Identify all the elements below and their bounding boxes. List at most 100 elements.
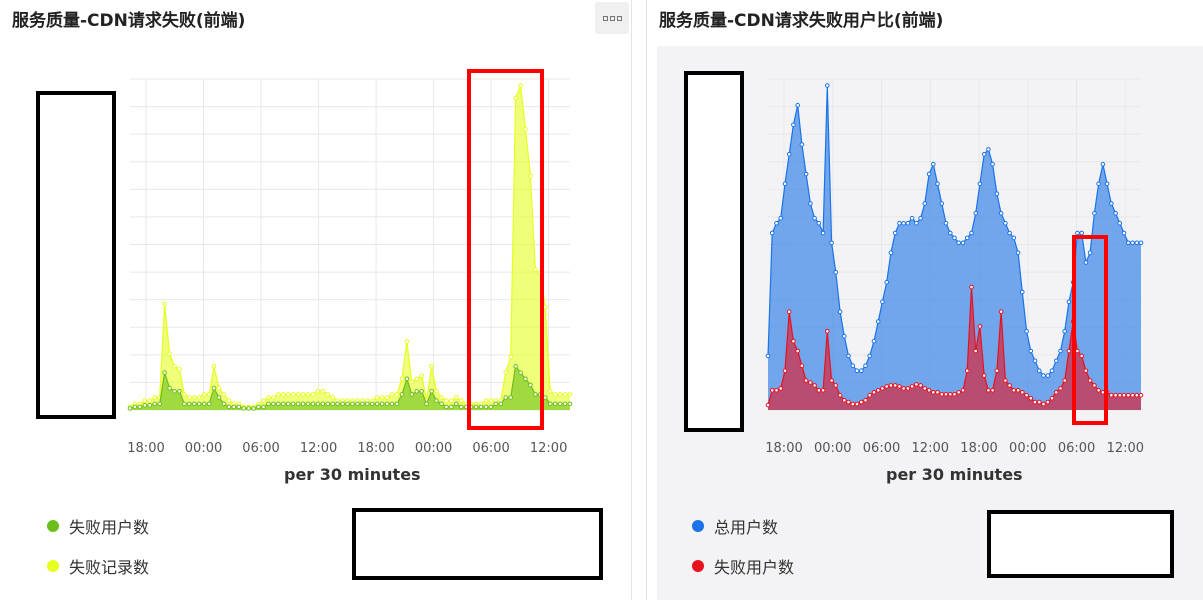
data-point bbox=[552, 392, 558, 397]
data-point bbox=[935, 390, 940, 395]
x-tick-label: 18:00 bbox=[765, 441, 802, 456]
data-point bbox=[939, 392, 945, 397]
x-axis-label: per 30 minutes bbox=[886, 465, 1023, 484]
data-point bbox=[1092, 211, 1097, 216]
data-point bbox=[1037, 368, 1042, 374]
data-point bbox=[562, 392, 568, 397]
data-point bbox=[290, 401, 296, 407]
data-point bbox=[147, 398, 153, 403]
data-point bbox=[765, 353, 771, 359]
data-point bbox=[389, 392, 395, 397]
legend-item[interactable]: 失败用户数 bbox=[47, 506, 149, 546]
data-point bbox=[434, 389, 439, 394]
data-point bbox=[187, 401, 192, 407]
data-point bbox=[960, 240, 966, 246]
data-point bbox=[931, 390, 936, 395]
data-point bbox=[825, 329, 830, 334]
highlight-box bbox=[467, 69, 544, 430]
data-point bbox=[884, 384, 889, 389]
data-point bbox=[1130, 392, 1135, 398]
data-point bbox=[167, 351, 172, 357]
data-point bbox=[837, 392, 843, 398]
data-point bbox=[206, 392, 212, 397]
data-point bbox=[791, 338, 796, 344]
data-point bbox=[310, 392, 316, 397]
data-point bbox=[444, 404, 449, 410]
legend-dot-icon bbox=[692, 520, 704, 532]
x-tick-label: 18:00 bbox=[960, 441, 997, 456]
data-point bbox=[350, 401, 355, 407]
data-point bbox=[404, 376, 410, 382]
data-point bbox=[795, 102, 800, 108]
data-point bbox=[557, 392, 563, 397]
data-point bbox=[1028, 348, 1034, 354]
data-point bbox=[211, 385, 217, 391]
data-point bbox=[429, 364, 434, 369]
data-point bbox=[990, 161, 995, 167]
data-point bbox=[973, 348, 979, 354]
data-point bbox=[201, 392, 207, 397]
data-point bbox=[320, 401, 326, 407]
data-point bbox=[285, 401, 291, 407]
data-point bbox=[820, 388, 826, 393]
data-point bbox=[394, 401, 400, 407]
data-point bbox=[449, 404, 454, 410]
data-point bbox=[1104, 181, 1110, 187]
data-point bbox=[880, 386, 885, 391]
data-point bbox=[419, 373, 425, 379]
data-point bbox=[825, 83, 830, 88]
data-point bbox=[1066, 348, 1072, 354]
data-point bbox=[833, 383, 839, 388]
data-point bbox=[355, 401, 360, 407]
data-point bbox=[369, 401, 375, 407]
data-point bbox=[786, 152, 792, 157]
data-point bbox=[281, 392, 286, 397]
legend-item[interactable]: 失败记录数 bbox=[47, 546, 149, 586]
data-point bbox=[998, 309, 1004, 315]
data-point bbox=[1062, 378, 1068, 383]
data-point bbox=[1121, 230, 1127, 236]
legend-item[interactable]: 总用户数 bbox=[692, 506, 794, 546]
data-point bbox=[943, 220, 949, 226]
data-point bbox=[374, 395, 380, 400]
data-point bbox=[969, 284, 974, 290]
data-point bbox=[409, 392, 415, 397]
data-point bbox=[1100, 161, 1106, 167]
data-point bbox=[147, 403, 153, 408]
legend-dot-icon bbox=[692, 560, 704, 572]
data-point bbox=[901, 386, 906, 391]
data-point bbox=[905, 386, 911, 391]
data-point bbox=[799, 363, 805, 369]
data-point bbox=[330, 395, 336, 400]
data-point bbox=[360, 401, 365, 407]
data-point bbox=[1024, 329, 1029, 334]
legend-item[interactable]: 失败用户数 bbox=[692, 546, 794, 586]
data-point bbox=[424, 401, 429, 407]
data-point bbox=[1024, 392, 1029, 398]
x-tick-label: 12:00 bbox=[530, 441, 567, 456]
data-point bbox=[167, 385, 172, 391]
data-point bbox=[986, 147, 991, 152]
data-point bbox=[305, 401, 311, 407]
data-point bbox=[340, 401, 345, 407]
data-point bbox=[345, 401, 350, 407]
data-point bbox=[812, 215, 817, 221]
x-tick-label: 06:00 bbox=[242, 441, 279, 456]
data-point bbox=[1053, 390, 1059, 395]
data-point bbox=[1117, 220, 1123, 226]
data-point bbox=[1020, 390, 1025, 395]
data-point bbox=[892, 230, 898, 236]
data-point bbox=[837, 309, 843, 315]
data-point bbox=[1032, 358, 1038, 364]
data-point bbox=[429, 389, 434, 394]
data-point bbox=[320, 389, 326, 394]
data-point bbox=[231, 404, 237, 410]
data-point bbox=[1117, 392, 1123, 398]
data-point bbox=[842, 397, 847, 403]
data-point bbox=[875, 319, 881, 324]
data-point bbox=[973, 211, 979, 216]
data-point bbox=[816, 388, 822, 393]
data-point bbox=[394, 392, 400, 397]
legend-dot-icon bbox=[47, 520, 59, 532]
data-point bbox=[439, 395, 444, 400]
